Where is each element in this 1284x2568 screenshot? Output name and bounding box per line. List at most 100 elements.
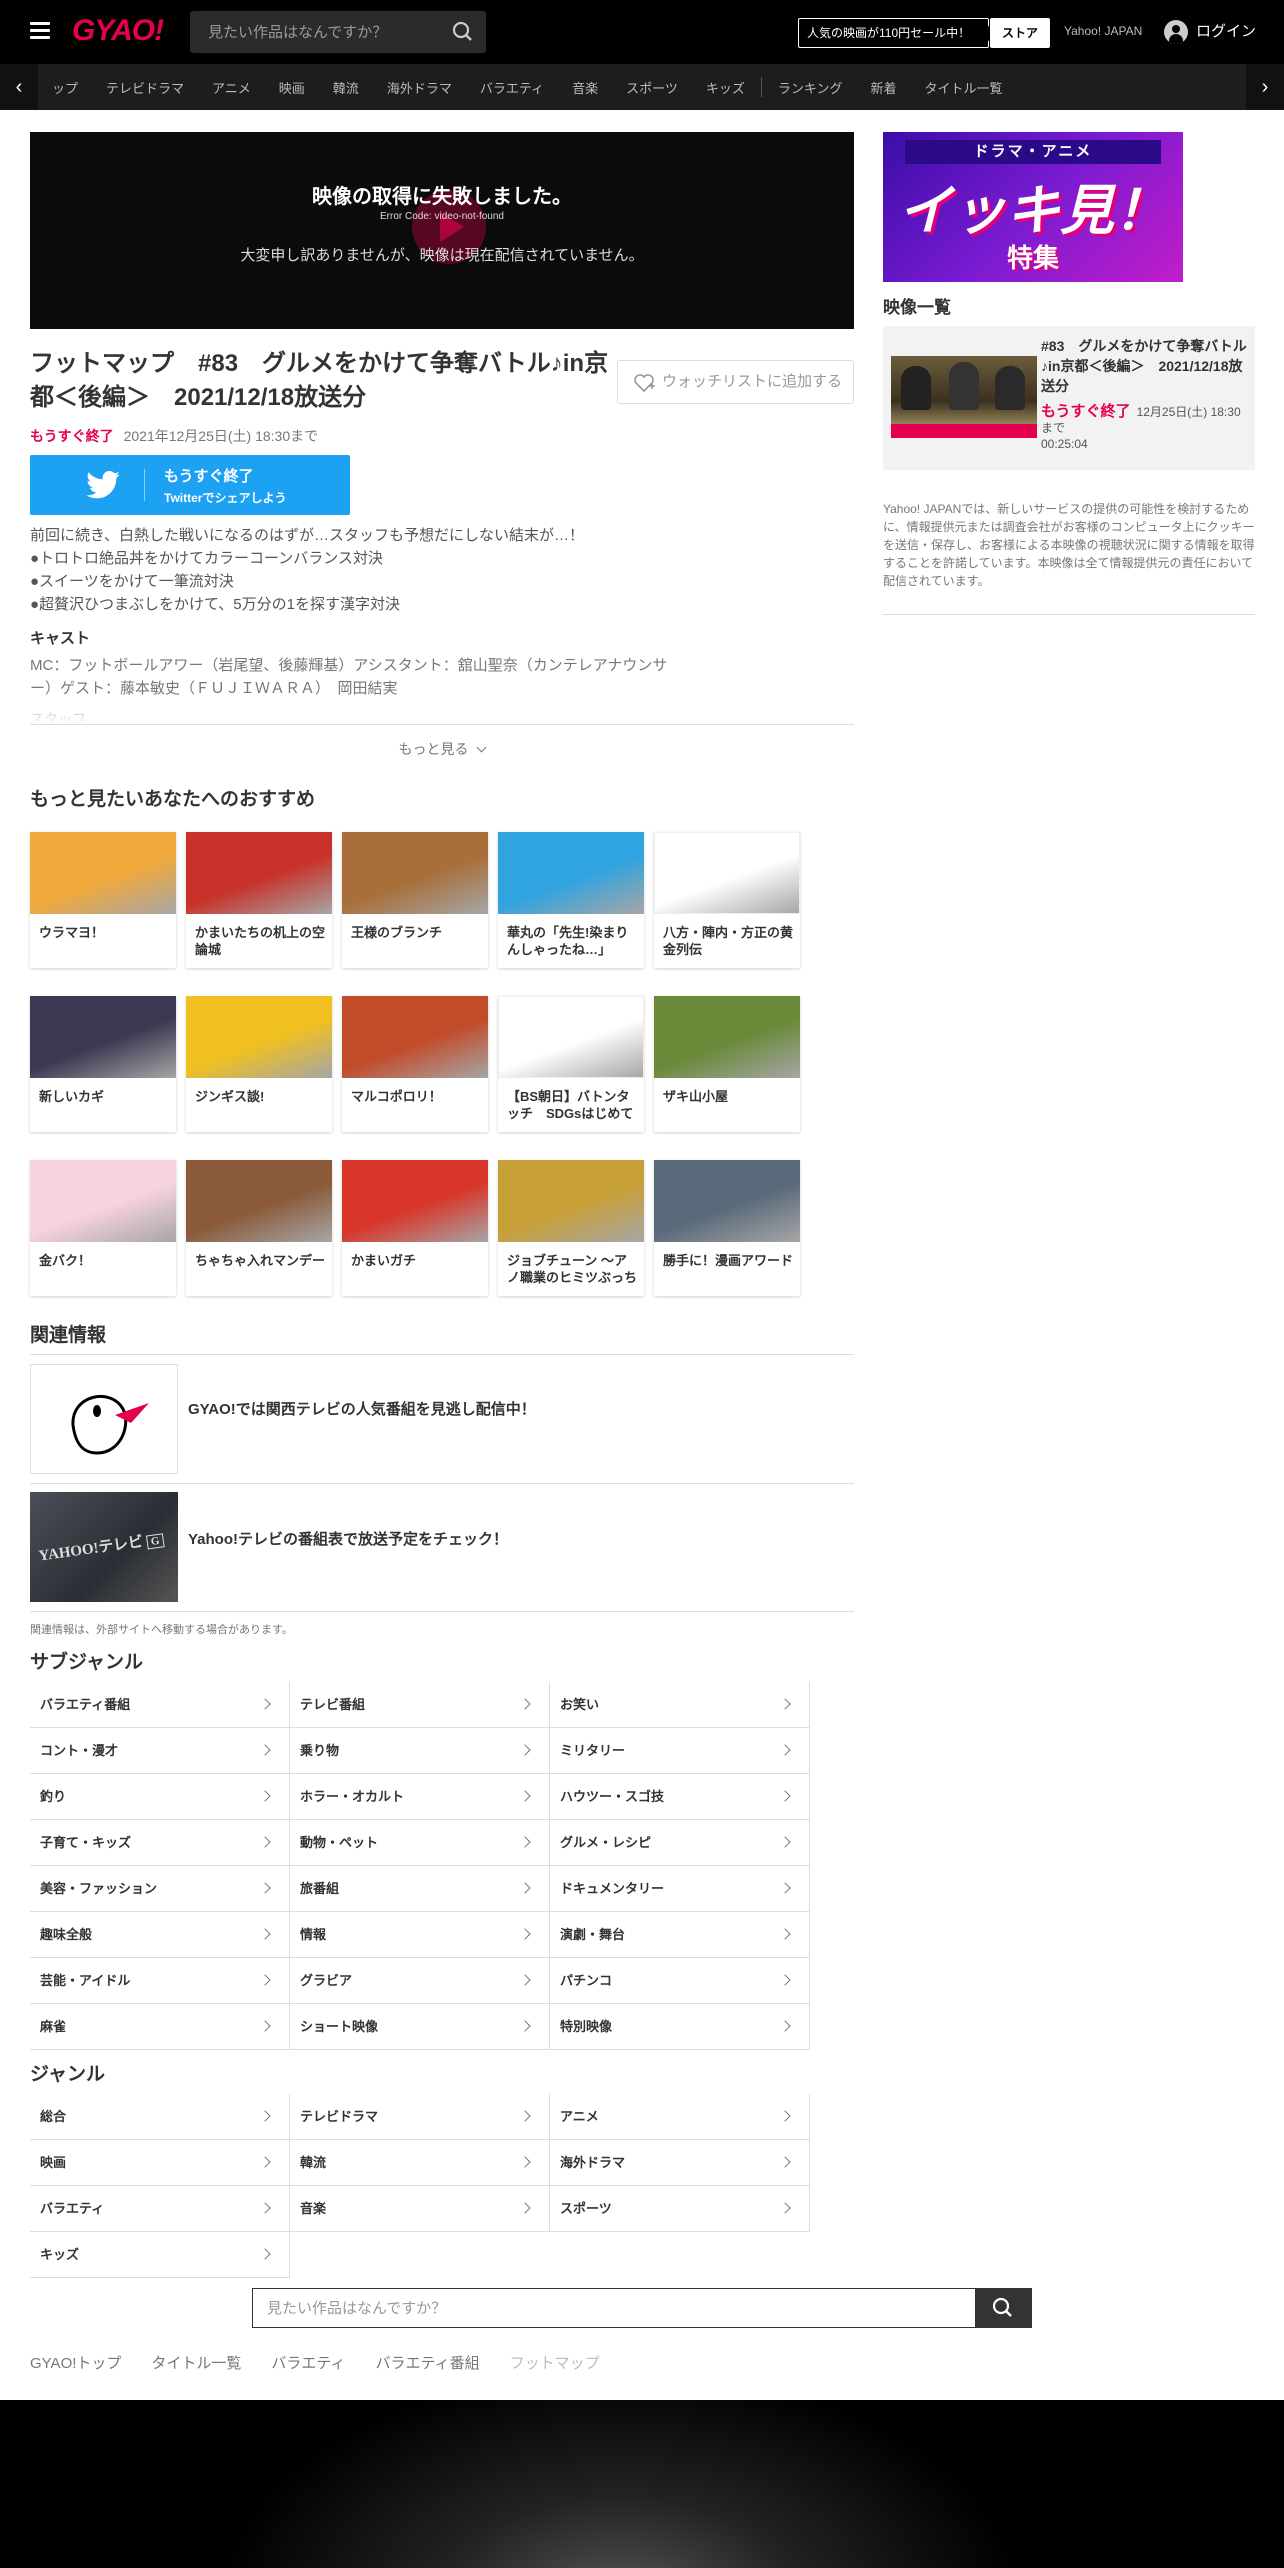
- chevron-right-icon: [519, 2020, 531, 2032]
- breadcrumb-item[interactable]: タイトル一覧: [151, 2352, 241, 2373]
- twitter-line1: もうすぐ終了: [164, 468, 254, 485]
- genre-item[interactable]: 音楽: [290, 2186, 550, 2232]
- chevron-right-icon: [779, 1882, 791, 1894]
- genre-item[interactable]: 動物・ペット: [290, 1820, 550, 1866]
- recommend-card[interactable]: ザキ山小屋: [654, 996, 800, 1132]
- nav-item[interactable]: 音楽: [558, 78, 612, 97]
- genre-item[interactable]: グラビア: [290, 1958, 550, 2004]
- subgenre-heading: サブジャンル: [30, 1652, 144, 1673]
- nav-next-icon[interactable]: ›: [1246, 64, 1284, 110]
- related-link-2[interactable]: Yahoo!テレビの番組表で放送予定をチェック！: [188, 1528, 508, 1549]
- nav-item[interactable]: ップ: [38, 78, 92, 97]
- recommend-card[interactable]: 王様のブランチ: [342, 832, 488, 968]
- recommend-card[interactable]: 金バク！: [30, 1160, 176, 1296]
- genre-item[interactable]: 総合: [30, 2094, 290, 2140]
- genre-item[interactable]: 美容・ファッション: [30, 1866, 290, 1912]
- genre-label: テレビドラマ: [300, 2109, 379, 2124]
- kantele-logo-image[interactable]: [30, 1364, 178, 1474]
- recommend-card[interactable]: 華丸の「先生!染まりんしゃったね…」: [498, 832, 644, 968]
- video-list-item[interactable]: #83 グルメをかけて争奪バトル♪in京都＜後編＞ 2021/12/18放送分 …: [883, 326, 1255, 470]
- promo-link[interactable]: 人気の映画が110円セール中！: [798, 18, 990, 48]
- genre-item[interactable]: 麻雀: [30, 2004, 290, 2050]
- genre-item[interactable]: バラエティ番組: [30, 1682, 290, 1728]
- genre-item[interactable]: 韓流: [290, 2140, 550, 2186]
- genre-item[interactable]: 映画: [30, 2140, 290, 2186]
- recommend-card[interactable]: 新しいカギ: [30, 996, 176, 1132]
- genre-item[interactable]: 演劇・舞台: [550, 1912, 810, 1958]
- nav-item[interactable]: バラエティ: [466, 78, 558, 97]
- login-button[interactable]: ログイン: [1164, 18, 1256, 46]
- related-link-1[interactable]: GYAO!では関西テレビの人気番組を見逃し配信中！: [188, 1398, 536, 1419]
- recommend-card[interactable]: ちゃちゃ入れマンデー: [186, 1160, 332, 1296]
- nav-item[interactable]: アニメ: [198, 78, 265, 97]
- nav-item[interactable]: キッズ: [692, 78, 759, 97]
- search-icon[interactable]: [440, 11, 486, 53]
- search-input[interactable]: [190, 11, 440, 53]
- genre-item[interactable]: テレビドラマ: [290, 2094, 550, 2140]
- genre-label: テレビ番組: [300, 1697, 366, 1712]
- bottom-search-input[interactable]: [253, 2289, 973, 2327]
- breadcrumb-item[interactable]: バラエティ: [271, 2352, 345, 2373]
- yahoo-tv-image[interactable]: YAHOO!テレビ G: [30, 1492, 178, 1602]
- recommend-card[interactable]: かまいガチ: [342, 1160, 488, 1296]
- genre-item[interactable]: 趣味全般: [30, 1912, 290, 1958]
- nav-item[interactable]: ランキング: [764, 78, 857, 97]
- genre-item[interactable]: ホラー・オカルト: [290, 1774, 550, 1820]
- nav-prev-icon[interactable]: ‹: [0, 64, 38, 110]
- genre-item[interactable]: 情報: [290, 1912, 550, 1958]
- twitter-share-button[interactable]: もうすぐ終了 Twitterでシェアしよう: [30, 455, 350, 515]
- genre-item[interactable]: 特別映像: [550, 2004, 810, 2050]
- breadcrumb-item[interactable]: バラエティ番組: [376, 2352, 480, 2373]
- genre-item[interactable]: 芸能・アイドル: [30, 1958, 290, 2004]
- more-button[interactable]: もっと見る: [0, 739, 884, 759]
- genre-item[interactable]: スポーツ: [550, 2186, 810, 2232]
- search-icon[interactable]: [975, 2289, 1031, 2327]
- nav-item[interactable]: テレビドラマ: [92, 78, 198, 97]
- recommend-card[interactable]: 【BS朝日】バトンタッチ SDGsはじめて: [498, 996, 644, 1132]
- nav-item[interactable]: タイトル一覧: [910, 78, 1016, 97]
- chevron-right-icon: [259, 1698, 271, 1710]
- recommend-card[interactable]: マルコポロリ！: [342, 996, 488, 1132]
- recommend-card[interactable]: ウラマヨ！: [30, 832, 176, 968]
- nav-item[interactable]: 映画: [265, 78, 319, 97]
- genre-item[interactable]: 海外ドラマ: [550, 2140, 810, 2186]
- genre-item[interactable]: 乗り物: [290, 1728, 550, 1774]
- genre-item[interactable]: ドキュメンタリー: [550, 1866, 810, 1912]
- genre-item[interactable]: パチンコ: [550, 1958, 810, 2004]
- genre-item[interactable]: キッズ: [30, 2232, 290, 2278]
- genre-item[interactable]: お笑い: [550, 1682, 810, 1728]
- genre-label: 海外ドラマ: [560, 2155, 626, 2170]
- genre-item[interactable]: ショート映像: [290, 2004, 550, 2050]
- nav-item[interactable]: 韓流: [319, 78, 373, 97]
- genre-item[interactable]: テレビ番組: [290, 1682, 550, 1728]
- recommend-card[interactable]: 八方・陣内・方正の黄金列伝: [654, 832, 800, 968]
- genre-item[interactable]: グルメ・レシピ: [550, 1820, 810, 1866]
- genre-item[interactable]: ミリタリー: [550, 1728, 810, 1774]
- genre-item[interactable]: 釣り: [30, 1774, 290, 1820]
- chevron-right-icon: [779, 2156, 791, 2168]
- genre-item[interactable]: アニメ: [550, 2094, 810, 2140]
- menu-icon[interactable]: [30, 22, 50, 40]
- genre-item[interactable]: バラエティ: [30, 2186, 290, 2232]
- genre-item[interactable]: コント・漫才: [30, 1728, 290, 1774]
- yahoo-japan-link[interactable]: Yahoo! JAPAN: [1064, 24, 1142, 38]
- nav-item[interactable]: 新着: [856, 78, 910, 97]
- nav-item[interactable]: 海外ドラマ: [373, 78, 466, 97]
- recommend-card[interactable]: ジンギス談!: [186, 996, 332, 1132]
- recommend-card[interactable]: 勝手に！漫画アワード: [654, 1160, 800, 1296]
- breadcrumb-item[interactable]: GYAO!トップ: [30, 2352, 121, 2373]
- store-button[interactable]: ストア: [990, 18, 1050, 48]
- watchlist-button[interactable]: ウォッチリストに追加する: [617, 360, 854, 404]
- recommend-card[interactable]: かまいたちの机上の空論城: [186, 832, 332, 968]
- video-player[interactable]: 映像の取得に失敗しました。 Error Code: video-not-foun…: [30, 132, 854, 329]
- nav-item[interactable]: スポーツ: [612, 78, 692, 97]
- feature-banner[interactable]: ドラマ・アニメ イッキ見！ 特集: [883, 132, 1183, 282]
- chevron-right-icon: [779, 1974, 791, 1986]
- genre-item[interactable]: 旅番組: [290, 1866, 550, 1912]
- logo[interactable]: GYAO!: [72, 14, 164, 48]
- recommend-card[interactable]: ジョブチューン ～アノ職業のヒミツぶっちゃけます！: [498, 1160, 644, 1296]
- chevron-right-icon: [519, 1974, 531, 1986]
- genre-item[interactable]: ハウツー・スゴ技: [550, 1774, 810, 1820]
- chevron-right-icon: [779, 1790, 791, 1802]
- genre-item[interactable]: 子育て・キッズ: [30, 1820, 290, 1866]
